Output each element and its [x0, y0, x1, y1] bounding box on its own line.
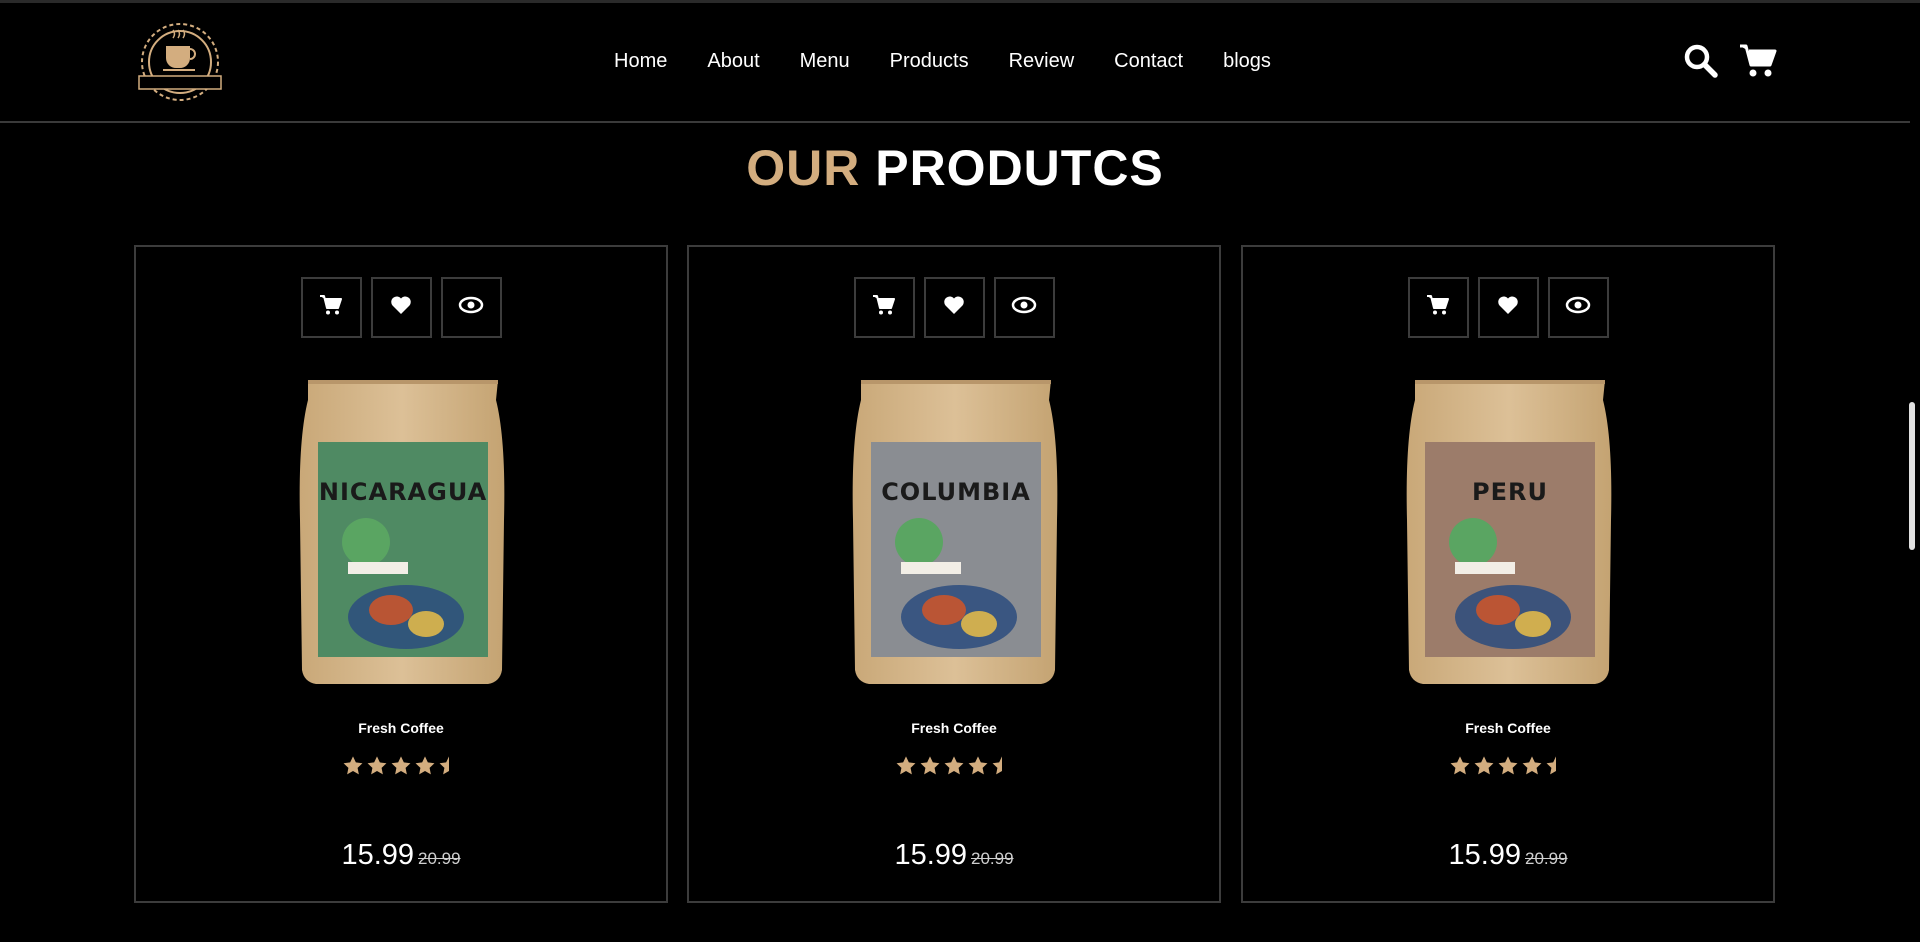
bag-label-text: PERU — [1472, 478, 1548, 506]
heart-button[interactable] — [1477, 277, 1539, 338]
star-icon — [1449, 755, 1471, 782]
star-icon — [342, 755, 364, 782]
bag-label-text: COLUMBIA — [881, 478, 1031, 506]
main-nav: Home About Menu Products Review Contact … — [614, 47, 1311, 75]
eye-button[interactable] — [1547, 277, 1609, 338]
heading-main: PRODUTCS — [875, 140, 1164, 196]
star-icon — [390, 755, 412, 782]
eye-icon — [458, 295, 484, 320]
nav-blogs[interactable]: blogs — [1223, 47, 1271, 75]
site-header: Home About Menu Products Review Contact … — [0, 3, 1910, 123]
nav-products[interactable]: Products — [890, 47, 969, 75]
cart-button[interactable] — [853, 277, 915, 338]
star-icon — [1497, 755, 1519, 782]
product-price: 15.99 20.99 — [136, 839, 666, 872]
product-card: PERU Fresh Coffee 15.99 20.99 — [1241, 245, 1775, 903]
product-title: Fresh Coffee — [358, 720, 444, 736]
heading-accent: OUR — [746, 140, 861, 196]
card-actions — [1243, 277, 1773, 338]
star-rating — [689, 755, 1219, 782]
card-actions — [136, 277, 666, 338]
product-card: NICARAGUA Fresh Coffee 15.99 20.99 — [134, 245, 668, 903]
search-icon[interactable] — [1683, 43, 1719, 79]
star-icon — [438, 755, 460, 782]
section-heading: OUR PRODUTCS — [0, 139, 1910, 197]
product-price: 15.99 20.99 — [1243, 839, 1773, 872]
nav-menu[interactable]: Menu — [800, 47, 850, 75]
nav-home[interactable]: Home — [614, 47, 667, 75]
star-icon — [943, 755, 965, 782]
cart-button[interactable] — [1407, 277, 1469, 338]
nav-contact[interactable]: Contact — [1114, 47, 1183, 75]
product-price: 15.99 20.99 — [689, 839, 1219, 872]
product-title: Fresh Coffee — [911, 720, 997, 736]
scrollbar-thumb[interactable] — [1909, 402, 1915, 550]
star-icon — [991, 755, 1013, 782]
cart-button[interactable] — [300, 277, 362, 338]
star-icon — [1473, 755, 1495, 782]
heart-icon — [943, 295, 965, 320]
star-icon — [895, 755, 917, 782]
eye-icon — [1565, 295, 1591, 320]
nav-about[interactable]: About — [707, 47, 759, 75]
cart-icon[interactable] — [1739, 43, 1777, 79]
product-card: COLUMBIA Fresh Coffee 15.99 20.99 — [687, 245, 1221, 903]
card-actions — [689, 277, 1219, 338]
star-icon — [366, 755, 388, 782]
heart-button[interactable] — [370, 277, 432, 338]
heart-icon — [390, 295, 412, 320]
current-price: 15.99 — [341, 839, 415, 871]
old-price: 20.99 — [418, 849, 461, 868]
star-icon — [414, 755, 436, 782]
cafena-logo[interactable] — [133, 20, 227, 104]
cart-icon — [872, 294, 896, 321]
eye-button[interactable] — [440, 277, 502, 338]
old-price: 20.99 — [1525, 849, 1568, 868]
product-image[interactable]: NICARAGUA — [296, 372, 510, 694]
eye-icon — [1011, 295, 1037, 320]
current-price: 15.99 — [1448, 839, 1522, 871]
heart-icon — [1497, 295, 1519, 320]
cart-icon — [1426, 294, 1450, 321]
cart-icon — [319, 294, 343, 321]
star-rating — [136, 755, 666, 782]
star-icon — [967, 755, 989, 782]
product-image[interactable]: PERU — [1403, 372, 1617, 694]
heart-button[interactable] — [923, 277, 985, 338]
bag-label-text: NICARAGUA — [319, 478, 487, 506]
product-title: Fresh Coffee — [1465, 720, 1551, 736]
current-price: 15.99 — [894, 839, 968, 871]
star-icon — [919, 755, 941, 782]
nav-review[interactable]: Review — [1009, 47, 1075, 75]
product-image[interactable]: COLUMBIA — [849, 372, 1063, 694]
star-icon — [1521, 755, 1543, 782]
star-icon — [1545, 755, 1567, 782]
old-price: 20.99 — [971, 849, 1014, 868]
star-rating — [1243, 755, 1773, 782]
eye-button[interactable] — [993, 277, 1055, 338]
